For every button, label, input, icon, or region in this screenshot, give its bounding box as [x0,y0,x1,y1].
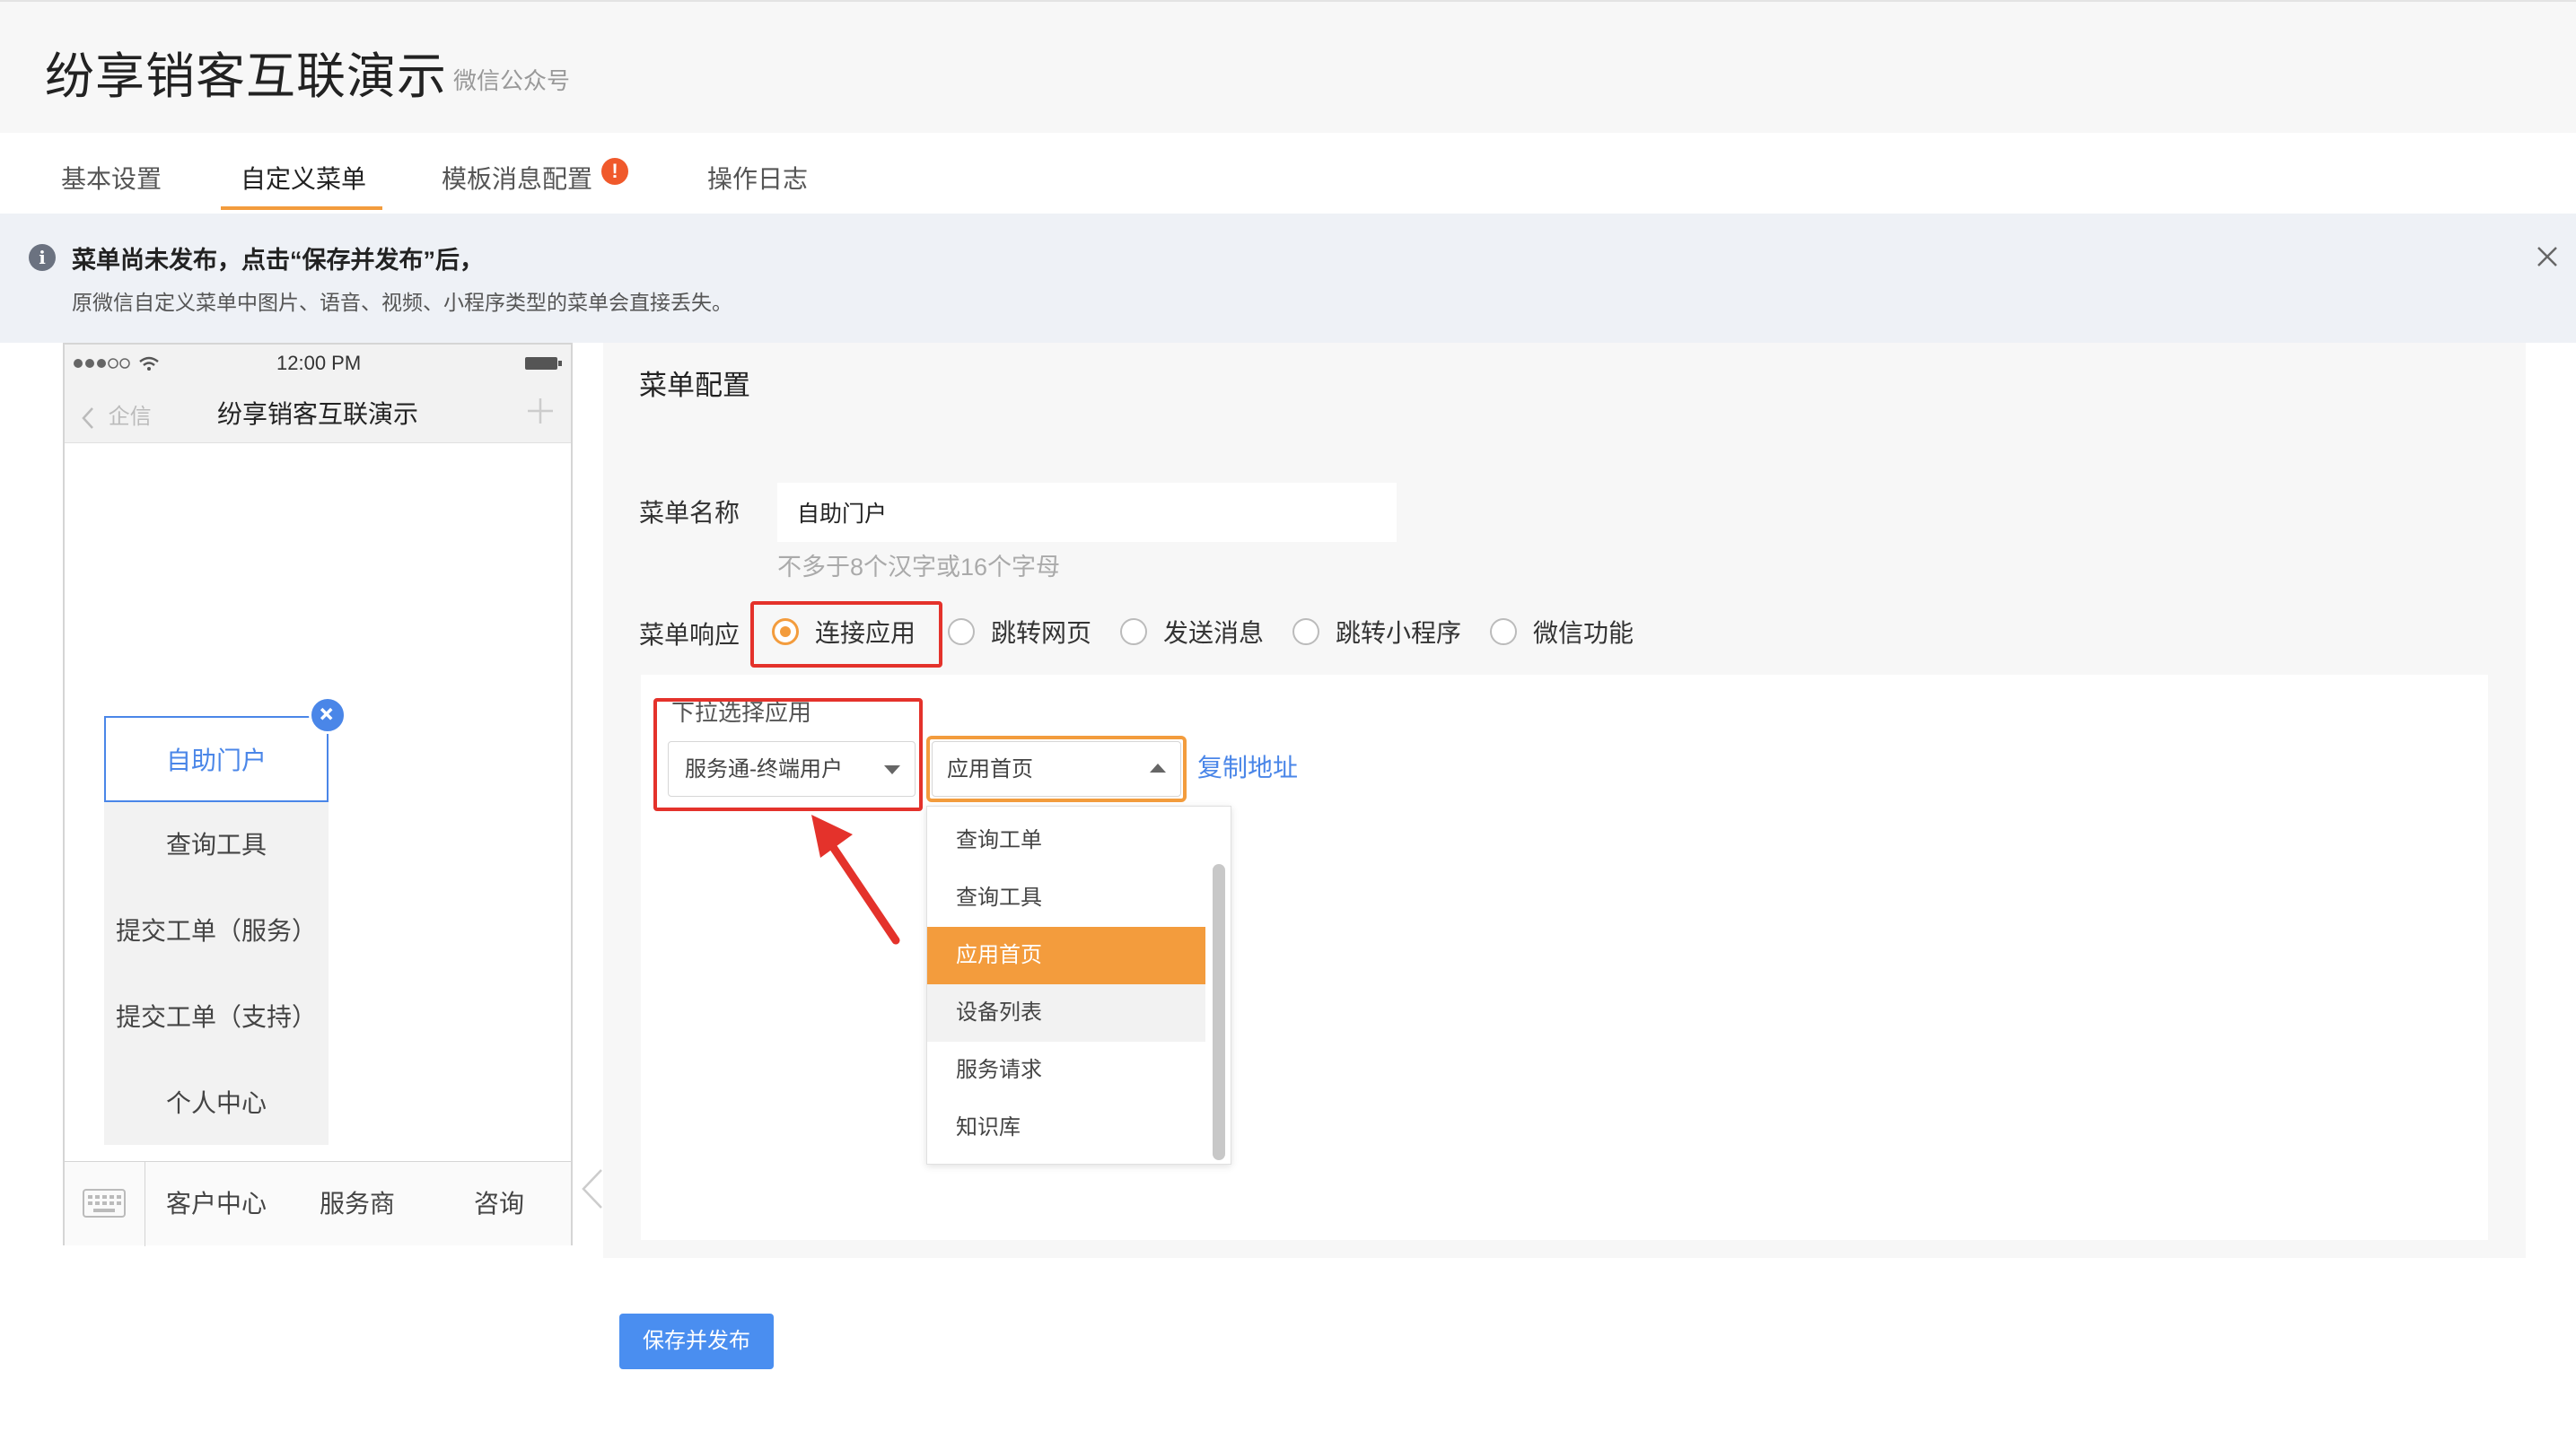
radio-label: 微信功能 [1533,619,1634,647]
active-tab-indicator [221,206,382,210]
copy-address-link[interactable]: 复制地址 [1197,748,1298,784]
page-select-value: 应用首页 [947,757,1033,782]
warning-badge: ! [601,158,628,185]
dropdown-option[interactable]: 设备列表 [927,984,1205,1042]
radio-circle [772,618,799,645]
dropdown-option-selected[interactable]: 应用首页 [927,927,1205,984]
tab-operation-log[interactable]: 操作日志 [707,160,808,196]
dropdown-option[interactable]: 查询工单 [927,812,1205,869]
tab-basic-settings[interactable]: 基本设置 [61,160,162,196]
collapse-arrow-icon[interactable] [578,1166,605,1211]
radio-circle [1120,618,1147,645]
bottom-menu-customer-center[interactable]: 客户中心 [145,1162,287,1246]
radio-circle [948,618,975,645]
radio-circle [1490,618,1517,645]
keyboard-toggle[interactable] [65,1162,145,1246]
annotation-box-select [653,698,923,811]
phone-back-label: 企信 [108,405,152,429]
menu-name-input[interactable] [777,483,1397,542]
phone-nav-title: 纷享销客互联演示 [217,400,419,428]
unpublished-alert: i 菜单尚未发布，点击“保存并发布”后， 原微信自定义菜单中图片、语音、视频、小… [0,214,2576,343]
radio-label: 跳转网页 [991,619,1092,647]
plus-icon [528,398,553,424]
menu-name-label: 菜单名称 [639,499,740,527]
bottom-menu-provider[interactable]: 服务商 [287,1162,427,1246]
phone-nav-bar: 企信 纷享销客互联演示 [65,380,571,443]
page-header: 纷享销客互联演示 微信公众号 [0,2,2576,133]
tab-custom-menu[interactable]: 自定义菜单 [241,160,366,196]
menu-name-hint: 不多于8个汉字或16个字母 [777,554,1061,581]
tab-bar: 基本设置 自定义菜单 模板消息配置 ! 操作日志 [0,133,2576,214]
page-dropdown-list: 查询工单 查询工具 应用首页 设备列表 服务请求 知识库 [926,806,1231,1165]
radio-label: 发送消息 [1163,619,1265,647]
dropdown-scrollbar[interactable] [1213,864,1225,1160]
dropdown-option[interactable]: 查询工具 [927,869,1205,927]
menu-response-label: 菜单响应 [639,621,740,649]
app-select-area: 下拉选择应用 服务通-终端用户 应用首页 复制地址 [641,675,2488,1240]
page-select[interactable]: 应用首页 [932,741,1181,797]
tab-template-message[interactable]: 模板消息配置 [442,160,592,196]
submenu-item-submit-support[interactable]: 提交工单（支持） [104,974,329,1061]
alert-title: 菜单尚未发布，点击“保存并发布”后， [72,247,484,274]
submenu-list: 自助门户 查询工具 提交工单（服务） 提交工单（支持） 个人中心 [104,716,329,1145]
status-time: 12:00 PM [276,352,362,374]
radio-jump-webpage[interactable]: 跳转网页 [948,616,1091,648]
info-icon: i [29,244,56,271]
caret-up-icon [1150,764,1166,773]
bottom-menu-consult[interactable]: 咨询 [427,1162,571,1246]
menu-config-panel: 菜单配置 菜单名称 不多于8个汉字或16个字母 菜单响应 连接应用 跳转网页 发… [603,343,2526,1258]
keyboard-icon [83,1189,126,1218]
submenu-item-query-tools[interactable]: 查询工具 [104,802,329,888]
phone-preview: 12:00 PM 企信 纷享销客互联演示 自助门户 查询工具 提交工单（服务） … [63,343,573,1246]
submenu-item-submit-service[interactable]: 提交工单（服务） [104,888,329,974]
battery-icon [525,357,562,370]
dropdown-option[interactable]: 知识库 [927,1099,1205,1157]
phone-status-bar: 12:00 PM [65,345,571,380]
submenu-item-self-service[interactable]: 自助门户 [104,716,329,802]
page-subtitle: 微信公众号 [453,67,571,94]
radio-circle [1292,618,1319,645]
radio-label: 跳转小程序 [1336,619,1462,647]
panel-title: 菜单配置 [639,370,750,401]
dropdown-option[interactable]: 服务请求 [927,1042,1205,1099]
radio-wechat-function[interactable]: 微信功能 [1490,616,1634,648]
remove-item-icon[interactable] [309,696,346,734]
submenu-item-personal-center[interactable]: 个人中心 [104,1061,329,1147]
signal-icon [74,356,159,371]
phone-back-button: 企信 [81,398,152,430]
radio-connect-app[interactable]: 连接应用 [772,616,916,648]
chevron-left-icon [82,406,93,429]
close-icon[interactable] [2533,242,2562,271]
radio-send-message[interactable]: 发送消息 [1120,616,1264,648]
page-title: 纷享销客互联演示 [45,48,448,104]
alert-description: 原微信自定义菜单中图片、语音、视频、小程序类型的菜单会直接丢失。 [72,291,732,314]
phone-bottom-menu: 客户中心 服务商 咨询 [65,1161,571,1246]
radio-label: 连接应用 [815,619,916,647]
save-publish-button[interactable]: 保存并发布 [619,1314,774,1369]
radio-jump-miniprogram[interactable]: 跳转小程序 [1292,616,1461,648]
